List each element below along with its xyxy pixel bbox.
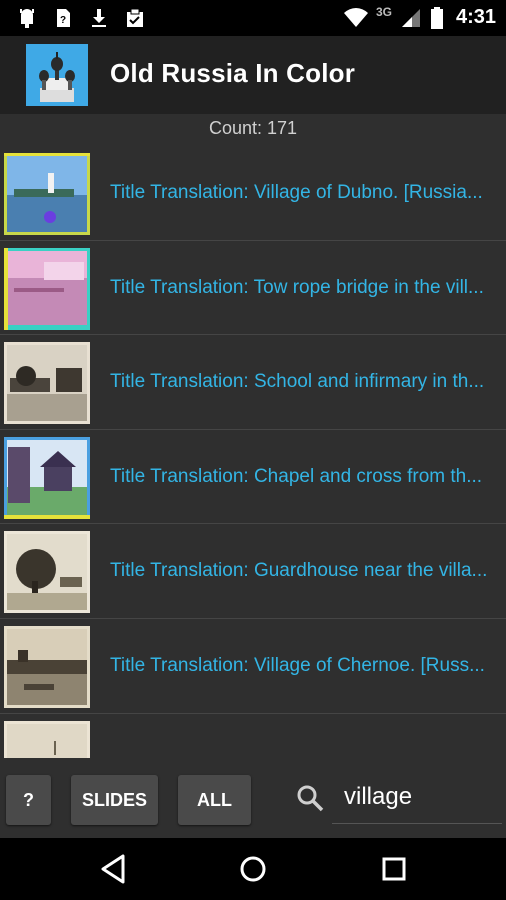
wifi-icon (343, 7, 368, 27)
thumbnail-image (4, 153, 90, 235)
item-title: Title Translation: Tow rope bridge in th… (110, 276, 484, 298)
item-title: Title Translation: School and infirmary … (110, 371, 485, 393)
thumbnail-image (4, 625, 90, 708)
item-title: Title Translation: Village of Dubno. [Ru… (110, 182, 483, 203)
android-icon (20, 9, 34, 28)
battery-icon (430, 6, 443, 29)
recents-icon[interactable] (377, 852, 411, 886)
help-button[interactable]: ? (6, 775, 51, 825)
signal-icon (401, 8, 420, 27)
notification-icons: ? (16, 7, 146, 29)
list-item[interactable]: Title Translation: Tow rope bridge in th… (0, 241, 506, 336)
list-item[interactable]: Title Translation: Village of Dubno. [Ru… (0, 146, 506, 241)
item-title (110, 714, 498, 758)
thumbnail-image (4, 247, 90, 330)
back-icon[interactable] (97, 852, 131, 886)
list-item[interactable]: Title Translation: Chapel and cross from… (0, 430, 506, 525)
results-list[interactable]: Title Translation: Village of Dubno. [Ru… (0, 146, 506, 758)
thumbnail-image (4, 531, 90, 614)
slides-button[interactable]: SLIDES (71, 775, 158, 825)
list-item[interactable]: Title Translation: Village of Chernoe. [… (0, 619, 506, 714)
download-icon (92, 9, 106, 27)
clock: 4:31 (455, 6, 496, 28)
status-bar: ? 3G 4:31 (0, 0, 506, 36)
search-icon[interactable] (296, 784, 324, 812)
app-title: Old Russia In Color (110, 58, 356, 88)
system-indicators: 3G 4:31 (343, 4, 496, 29)
list-item[interactable]: Title Translation: Guardhouse near the v… (0, 524, 506, 619)
thumbnail-image (4, 720, 90, 758)
item-title: Title Translation: Guardhouse near the v… (110, 560, 488, 582)
thumbnail-image (4, 342, 90, 425)
item-title: Title Translation: Chapel and cross from… (110, 465, 483, 487)
search-input[interactable] (332, 770, 502, 824)
list-item[interactable]: Title Translation: School and infirmary … (0, 335, 506, 430)
church-domes-icon[interactable] (26, 44, 88, 106)
all-button[interactable]: ALL (178, 775, 251, 825)
clipboard-check-icon (127, 8, 143, 27)
svg-text:?: ? (60, 15, 66, 26)
thumbnail-image (4, 436, 90, 519)
result-count: Count: 171 (208, 118, 298, 138)
search-box (286, 770, 506, 830)
item-title: Title Translation: Village of Chernoe. [… (110, 654, 485, 676)
navigation-bar (0, 838, 506, 900)
home-icon[interactable] (236, 852, 270, 886)
network-type: 3G (375, 4, 392, 19)
list-item[interactable] (0, 714, 506, 758)
sim-card-icon: ? (57, 9, 70, 27)
